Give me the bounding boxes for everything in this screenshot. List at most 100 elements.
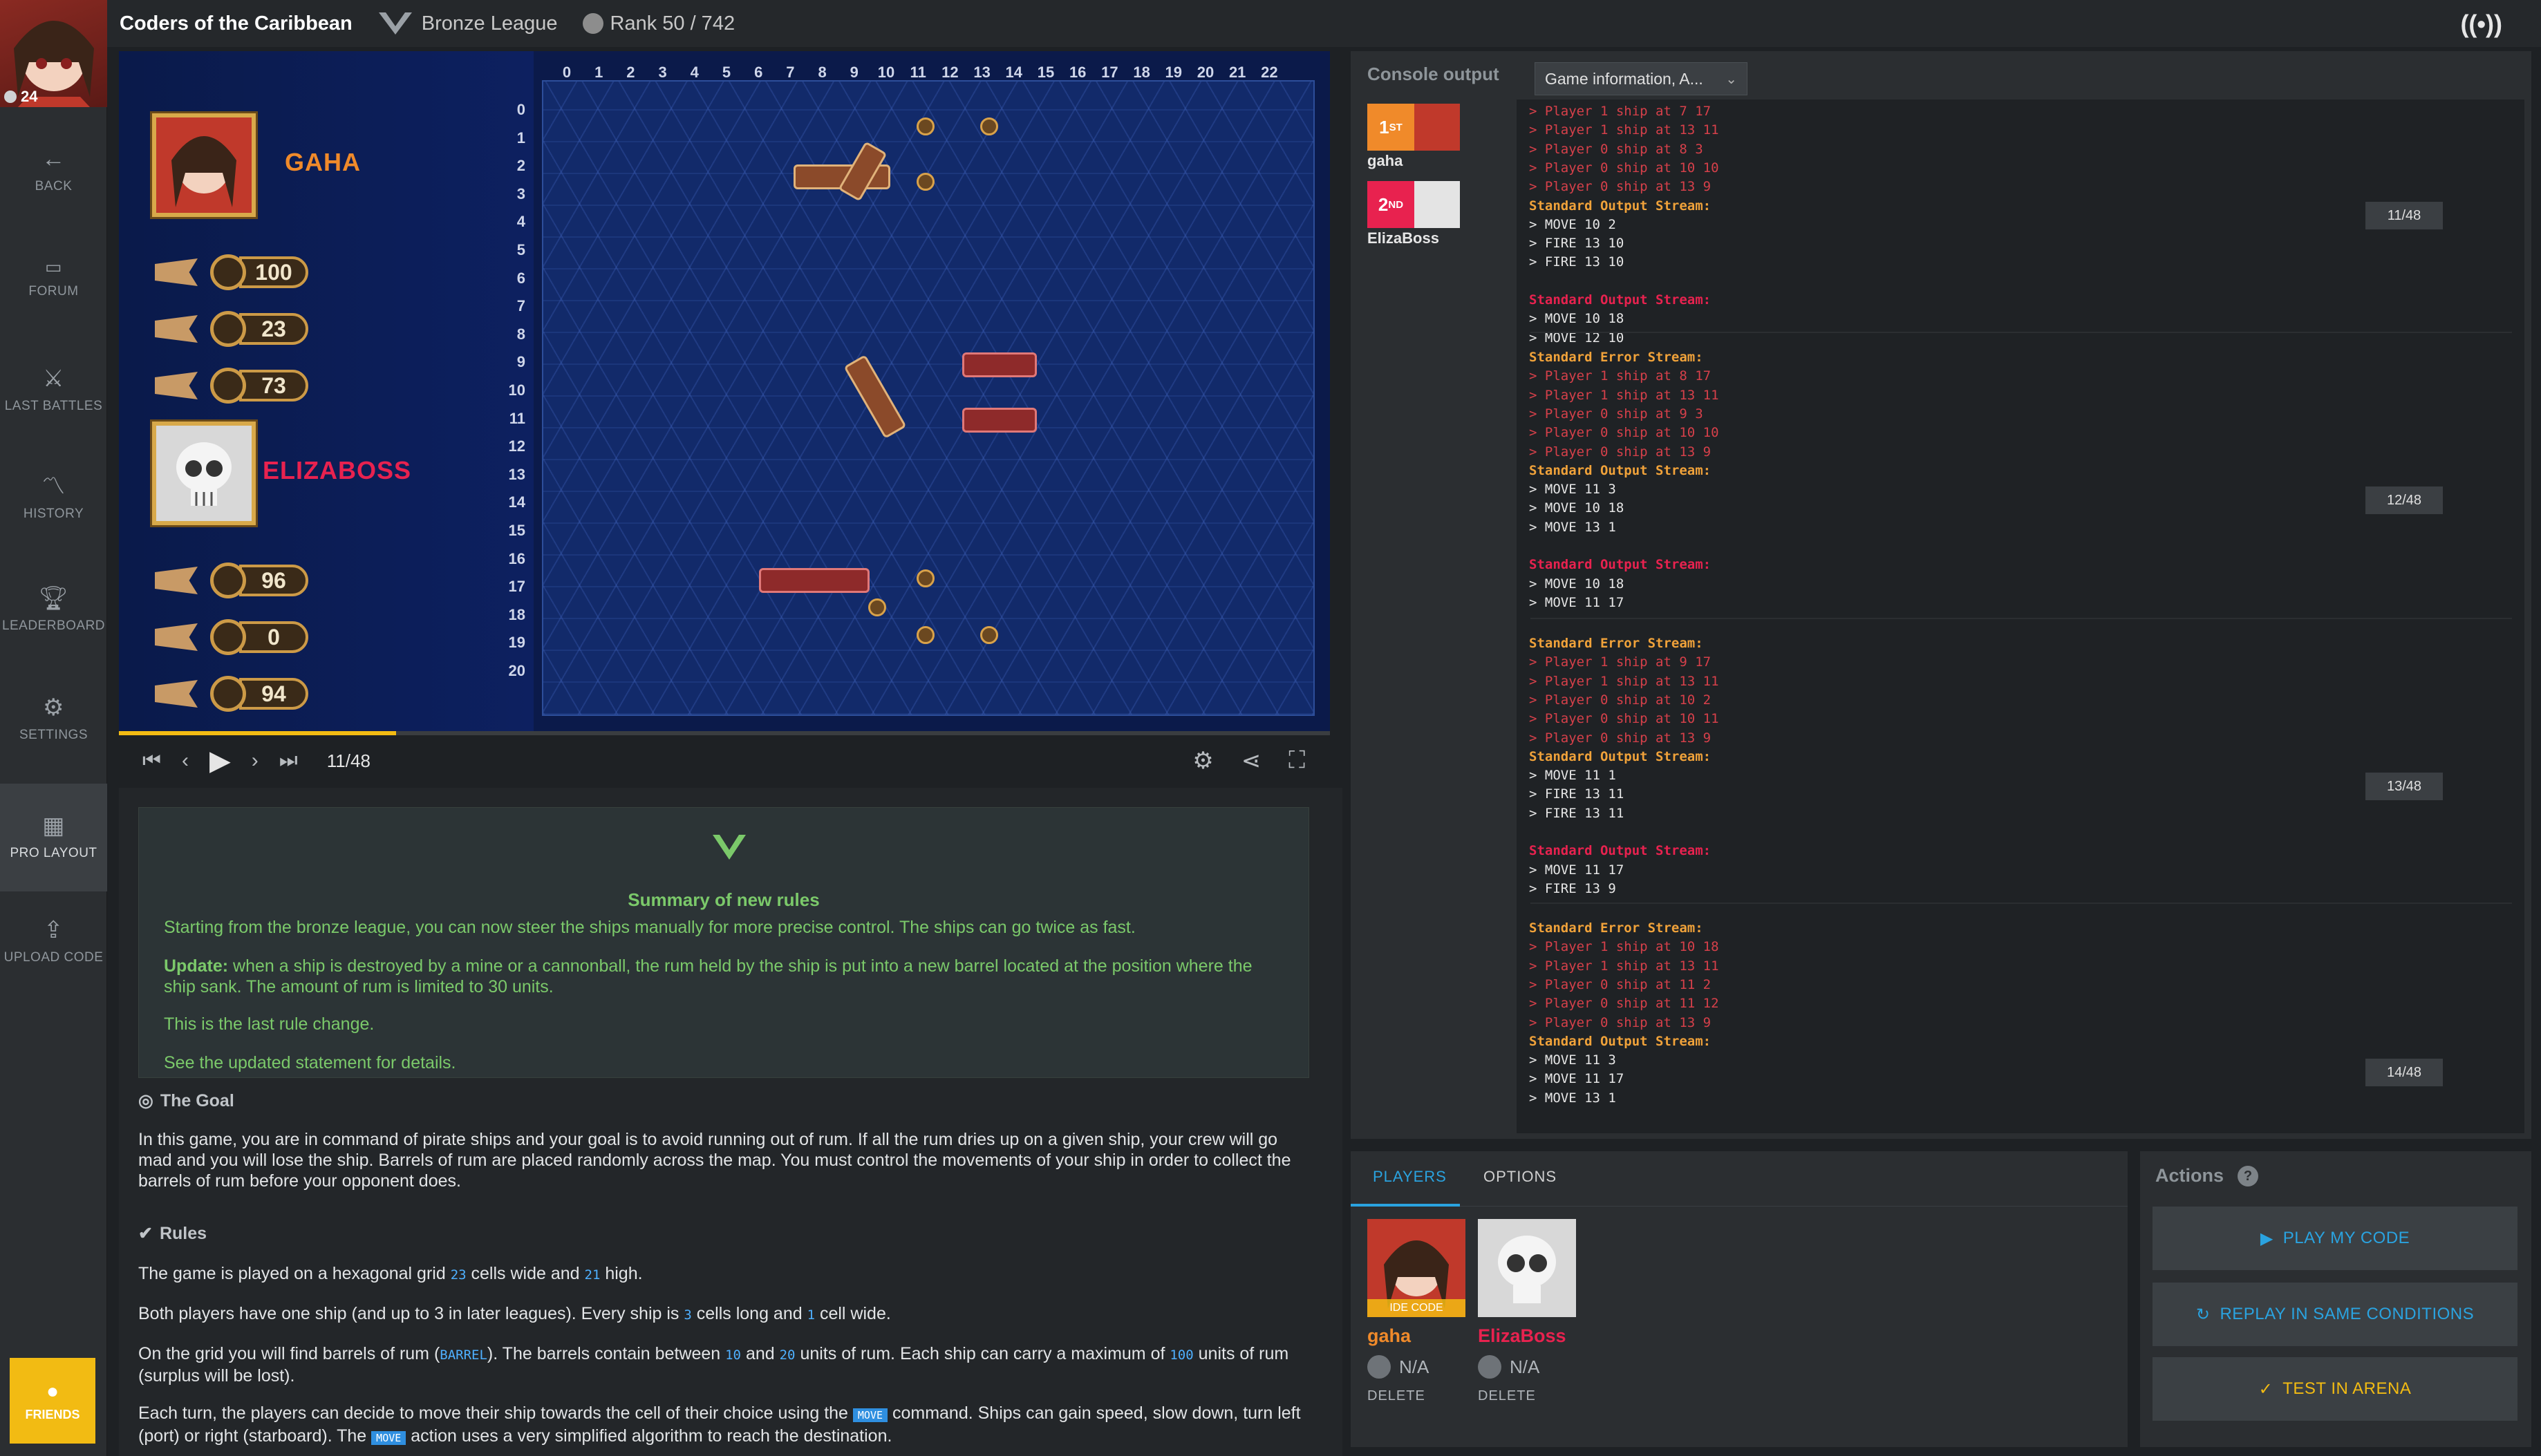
help-icon[interactable]: ? (2238, 1165, 2259, 1186)
player-card-1: IDE CODE gaha N/A DELETE (1367, 1219, 1465, 1404)
console-line: > MOVE 10 18 (1529, 500, 1624, 516)
grid-y-label: 17 (508, 578, 525, 596)
viewer-tools: ⚙ ⋖ ⛶ (1192, 747, 1305, 775)
sidebar-item-forum[interactable]: ▭ FORUM (0, 234, 107, 323)
sidebar-item-last-battles[interactable]: ⚔ LAST BATTLES (0, 346, 107, 435)
previous-frame-button[interactable]: ‹ (182, 749, 189, 773)
grid-x-label: 2 (626, 64, 635, 81)
turn-badge[interactable]: 12/48 (2365, 486, 2443, 514)
grid-y-label: 0 (516, 101, 525, 118)
console-line: > MOVE 10 18 (1529, 311, 1624, 327)
console-line: > FIRE 13 9 (1529, 880, 1616, 896)
gear-icon[interactable]: ⚙ (1192, 747, 1213, 775)
grid-x-label: 10 (877, 64, 895, 81)
delete-player-button[interactable]: DELETE (1367, 1388, 1465, 1404)
console-line: > FIRE 13 11 (1529, 786, 1624, 802)
console-line: > Player 0 ship at 10 10 (1529, 160, 1719, 176)
rule-ships: Both players have one ship (and up to 3 … (138, 1304, 891, 1323)
rank-badge: Rank 50 / 742 (582, 12, 735, 35)
chevron-down-icon: ⌄ (1725, 71, 1737, 87)
test-in-arena-button[interactable]: ✓ TEST IN ARENA (2153, 1357, 2517, 1421)
play-icon: ▶ (2260, 1229, 2273, 1248)
grid-x-label: 3 (658, 64, 667, 81)
arrow-left-icon: ← (41, 146, 66, 172)
user-avatar[interactable]: 24 (0, 0, 107, 107)
statement-panel: Summary of new rules Starting from the b… (119, 788, 1342, 1456)
console-line: > MOVE 11 17 (1529, 862, 1624, 878)
console-line: > Player 0 ship at 11 2 (1529, 976, 1712, 992)
sidebar-item-back[interactable]: ← BACK (0, 126, 107, 216)
player-card-name: ElizaBoss (1478, 1325, 1566, 1346)
frame-counter: 11/48 (326, 750, 371, 771)
rum-barrel (980, 117, 998, 135)
league-label: Bronze League (421, 12, 558, 35)
console-filter-dropdown[interactable]: Game information, A... ⌄ (1535, 62, 1747, 95)
rum-icon (210, 368, 246, 404)
console-line: > MOVE 11 1 (1529, 768, 1616, 784)
grid-x-label: 20 (1197, 64, 1215, 81)
grid-y-label: 8 (516, 325, 525, 343)
last-frame-button[interactable]: ⏭ (279, 749, 298, 773)
sidebar-item-settings[interactable]: ⚙ SETTINGS (0, 674, 107, 764)
play-button[interactable]: ▶ (209, 745, 231, 777)
ship-icon (155, 680, 198, 708)
grid-x-label: 14 (1005, 64, 1023, 81)
rum-icon (210, 562, 246, 598)
rum-icon (210, 619, 246, 655)
player-avatar[interactable]: IDE CODE (1367, 1219, 1465, 1317)
player-avatar[interactable] (1478, 1219, 1576, 1317)
console-line: > Player 0 ship at 8 3 (1529, 141, 1703, 157)
rank-icon (1367, 1355, 1391, 1379)
console-log[interactable]: > Player 1 ship at 7 17 > Player 1 ship a… (1517, 100, 2524, 1133)
grid-y-label: 4 (516, 213, 525, 231)
rum-icon (210, 676, 246, 712)
delete-player-button[interactable]: DELETE (1478, 1388, 1576, 1404)
sidebar-item-label: BACK (35, 179, 73, 193)
turn-badge[interactable]: 11/48 (2365, 202, 2443, 229)
replay-same-conditions-button[interactable]: ↻ REPLAY IN SAME CONDITIONS (2153, 1283, 2517, 1346)
grid-y-label: 16 (508, 549, 525, 567)
console-line: > Player 0 ship at 9 3 (1529, 406, 1703, 422)
grid-x-label: 4 (690, 64, 699, 81)
grid-y-label: 10 (508, 381, 525, 399)
player-1-portrait (152, 113, 256, 217)
summary-update: Update: when a ship is destroyed by a mi… (164, 956, 1284, 997)
turn-badge[interactable]: 13/48 (2365, 773, 2443, 800)
sidebar-item-label: HISTORY (23, 507, 84, 521)
ranking-player-2-name: ElizaBoss (1367, 229, 1439, 247)
rank-position: 2 ND (1367, 181, 1414, 228)
tab-options[interactable]: OPTIONS (1483, 1168, 1557, 1186)
ship-icon (155, 567, 198, 594)
rank-label: Rank 50 / 742 (610, 12, 735, 35)
first-frame-button[interactable]: ⏮ (142, 749, 161, 773)
check-icon: ✓ (2258, 1379, 2273, 1399)
sidebar-item-history[interactable]: 〽 HISTORY (0, 453, 107, 543)
friends-button[interactable]: ● FRIENDS (10, 1358, 95, 1444)
player-2-name: ELIZABOSS (263, 456, 412, 484)
broadcast-icon[interactable]: ((•)) (2460, 10, 2502, 39)
fullscreen-icon[interactable]: ⛶ (1288, 747, 1305, 775)
grid-x-label: 19 (1165, 64, 1183, 81)
console-line: > FIRE 13 10 (1529, 236, 1624, 252)
chat-icon: ▭ (44, 256, 63, 277)
tab-players[interactable]: PLAYERS (1373, 1168, 1447, 1186)
sidebar-item-leaderboard[interactable]: 🏆︎ LEADERBOARD (0, 565, 107, 655)
target-icon: ◎ (138, 1091, 153, 1110)
grid-x-label: 21 (1228, 64, 1246, 81)
turn-badge[interactable]: 14/48 (2365, 1059, 2443, 1086)
ranking-player-1-name: gaha (1367, 152, 1403, 169)
ship-player-2-b (962, 408, 1037, 433)
ship-icon (155, 315, 198, 343)
grid-x-label: 22 (1261, 64, 1278, 81)
sidebar-item-label: LEADERBOARD (1, 618, 106, 633)
grid-x-label: 13 (973, 64, 991, 81)
ship-rum-value: 0 (239, 621, 308, 653)
sidebar-item-upload-code[interactable]: ⇪ UPLOAD CODE (0, 897, 107, 987)
play-my-code-button[interactable]: ▶ PLAY MY CODE (2153, 1207, 2517, 1270)
share-icon[interactable]: ⋖ (1241, 747, 1262, 775)
grid-x-label: 1 (594, 64, 603, 81)
next-frame-button[interactable]: › (252, 749, 259, 773)
turn-separator (1530, 332, 2512, 333)
console-line: > Player 0 ship at 10 10 (1529, 425, 1719, 441)
sidebar-item-pro-layout[interactable]: ▦ PRO LAYOUT (0, 784, 107, 891)
